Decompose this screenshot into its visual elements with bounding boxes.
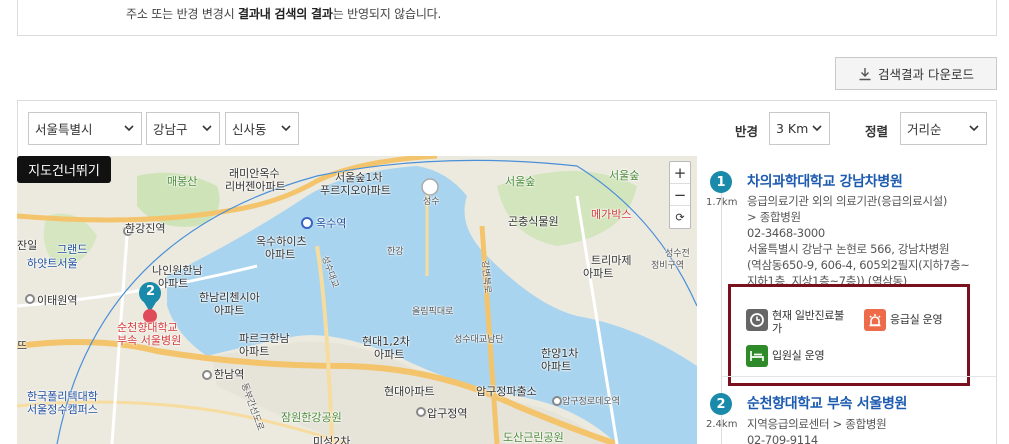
hospital-info: 지역응급의료센터 > 종합병원 02-709-9114 [747,417,887,444]
map-label: 아파트 [541,360,572,373]
sort-select[interactable]: 거리순 [900,112,987,145]
status-box: 현재 일반진료불 가 응급실 운영 입원실 운영 [728,284,970,386]
map-label: 리버젠아파트 [225,180,286,193]
map-label: 이태원역 [37,294,78,307]
map-pin-number[interactable]: 2 [146,285,155,298]
map-label: 잠원한강공원 [281,411,342,424]
map-label: 성수대교남단 [454,335,504,345]
download-icon [859,67,871,80]
map-label: 한강진역 [125,222,166,235]
map-label: 아파트 [239,345,270,358]
map-label: 압구정로데오역 [562,397,620,407]
map-view[interactable]: 매봉산 래미안옥수 리버젠아파트 서울숲1차 푸르지오아파트 서울숲 서울숲 한… [17,156,697,444]
map-label: 메가박스 [591,208,632,221]
hospital-name-link[interactable]: 순천향대학교 부속 서울병원 [747,393,907,413]
map-label: 푸르지오아파트 [320,184,391,197]
map-label: 그랜드 [57,243,88,256]
refresh-icon[interactable]: ⟳ [670,206,690,228]
chevron-down-icon [969,125,979,132]
status-clinic: 현재 일반진료불 가 [746,309,856,335]
map-label: 곤충식물원 [508,215,559,228]
hospital-name-link[interactable]: 차의과학대학교 강남차병원 [747,171,903,191]
map-label: 래미안옥수 [229,167,280,180]
map-label: 매봉산 [167,175,198,188]
radius-label: 반경 [735,124,759,139]
map-label: 현대아파트 [384,385,435,398]
siren-icon [864,309,886,331]
map-label: 하얏트서울 [27,257,78,270]
map-label: 압구정파출소 [476,385,537,398]
map-label: 나인원한남 [152,264,203,277]
map-label: 아파트 [583,267,614,280]
result-divider [721,376,996,377]
map-label: 성수 [423,197,440,207]
sido-select[interactable]: 서울특별시 [28,112,142,145]
rank-badge: 1 [710,171,732,193]
map-label: 성수전 [665,249,690,259]
sigungu-select[interactable]: 강남구 [146,112,220,145]
map-label: 서울정수캠퍼스 [27,403,98,416]
rank-badge: 2 [710,393,732,415]
map-label: 서울숲 [505,175,536,188]
map-label: 옥수역 [316,217,347,230]
zoom-out-button[interactable]: − [670,184,690,206]
map-label: 뜨 [17,339,28,352]
notice-text: 주소 또는 반경 변경시 결과내 검색의 결과는 반영되지 않습니다. [126,7,442,21]
notice-box: 주소 또는 반경 변경시 결과내 검색의 결과는 반영되지 않습니다. [17,0,997,36]
map-label: 올림픽대로 [412,307,454,317]
map-label: 한양1차 [541,347,579,360]
dong-select[interactable]: 신사동 [225,112,299,145]
radius-select[interactable]: 3 Km [769,112,830,145]
map-label: 아파트 [374,348,405,361]
map-label: 정비구역 [651,261,685,271]
map-label: 순천향대학교 [117,321,178,334]
status-er: 응급실 운영 [864,309,974,331]
download-results-button[interactable]: 검색결과 다운로드 [835,57,997,90]
map-label: 아파트 [214,304,245,317]
map-label: 압구정역 [427,407,468,420]
bed-icon [746,345,768,367]
map-label: 한남역 [214,368,245,381]
distance: 1.7km [706,197,738,208]
map-label: 한강 [387,247,404,257]
chevron-down-icon [124,125,134,132]
skip-map-button[interactable]: 지도건너뛰기 [17,156,111,183]
hospital-info: 응급의료기관 외의 의료기관(응급의료시설) > 종합병원 02-3468-30… [747,194,970,288]
map-label: 부속 서울병원 [117,334,182,347]
map-label: 옥수하이츠 [256,235,307,248]
map-label: 파르크한남 [239,332,290,345]
chevron-down-icon [281,125,291,132]
status-ward: 입원실 운영 [746,345,856,367]
map-label: 미성2차 [313,435,351,444]
map-label: 아파트 [158,277,189,290]
map-label: 트리마제 [591,254,632,267]
chevron-down-icon [202,125,212,132]
map-label: 잔일 [17,239,38,252]
clock-icon [746,309,768,331]
map-label: 한남리첸시아 [199,291,260,304]
distance: 2.4km [706,419,738,430]
zoom-in-button[interactable]: + [670,162,690,184]
map-label: 서울숲1차 [335,171,383,184]
map-label: 아파트 [265,248,296,261]
chevron-down-icon [812,125,822,132]
map-label: 현대1,2차 [362,335,410,348]
sort-label: 정렬 [865,124,889,139]
map-label: 서울숲 [609,169,640,182]
zoom-control: + − ⟳ [669,161,691,229]
map-label: 도산근린공원 [503,431,564,444]
filter-bar: 서울특별시 강남구 신사동 반경 3 Km 정렬 거리순 [17,100,997,156]
map-label: 한국폴리텍대학 [27,390,98,403]
results-list: 1 1.7km 차의과학대학교 강남차병원 응급의료기관 외의 의료기관(응급의… [697,156,997,444]
